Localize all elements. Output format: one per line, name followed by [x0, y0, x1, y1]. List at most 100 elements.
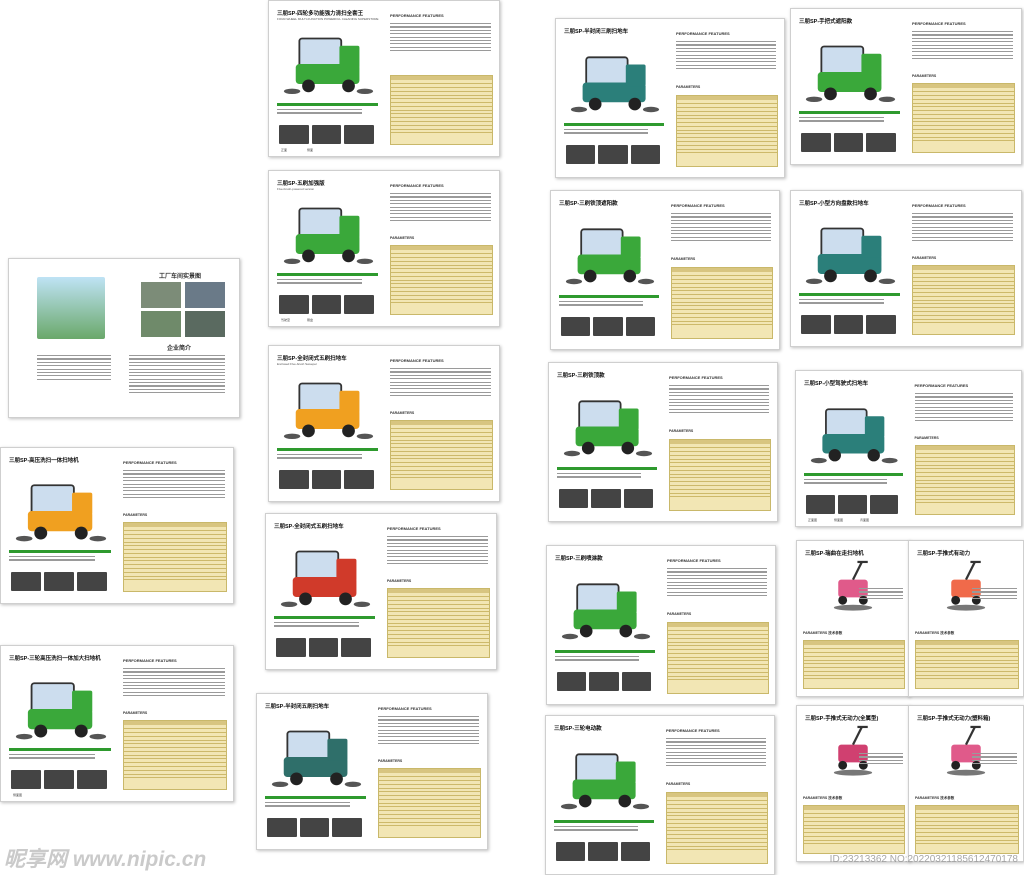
- green-note-text: [277, 109, 362, 116]
- detail-photo: [279, 295, 309, 314]
- page-title: 三朋SP-全封闭式五刷扫地车: [277, 356, 347, 362]
- brochure-page: 三朋SP-小型方向盘款扫地车 PERFORMANCE FEATURES PARAME…: [790, 190, 1022, 347]
- page-title: 三朋SP-手把式遮阳款: [799, 19, 853, 25]
- features-heading: PERFORMANCE FEATURES: [669, 375, 723, 380]
- detail-photo: [344, 470, 374, 489]
- photo-caption: 侧面图: [834, 518, 844, 522]
- detail-photo: [625, 317, 655, 336]
- brochure-page: 三朋SP-高压洗扫一体扫地机 PERFORMANCE FEATURES PARAME…: [0, 447, 234, 604]
- parameters-table: [667, 622, 769, 694]
- intro-text-right: [129, 355, 225, 396]
- parameters-table: [914, 445, 1015, 515]
- detail-photo: [588, 842, 618, 861]
- green-note-text: [554, 826, 638, 833]
- parameters-table: [671, 267, 773, 339]
- features-text: [123, 668, 225, 698]
- parameters-heading: PARAMETERS: [912, 256, 937, 260]
- detail-photo: [308, 638, 339, 657]
- sweeper-image: [570, 43, 660, 122]
- detail-photo: [279, 470, 309, 489]
- parameters-heading: PARAMETERS: [914, 436, 939, 440]
- page-title: 三朋SP-小型驾驶式扫地车: [804, 381, 869, 387]
- photo-caption: 侧面: [307, 148, 314, 152]
- parameters-heading: PARAMETERS: [123, 711, 148, 715]
- green-bar: [277, 448, 378, 451]
- parameters-table: [912, 265, 1015, 335]
- green-bar: [9, 550, 111, 553]
- features-heading: PERFORMANCE FEATURES: [387, 526, 441, 531]
- sweeper-illustration: [15, 484, 107, 542]
- features-text: [971, 588, 1018, 602]
- parameters-table: [803, 640, 905, 689]
- page-title: 三朋SP-三轮高压洗扫一体加大扫地机: [9, 656, 101, 662]
- sweeper-illustration: [560, 753, 650, 810]
- page-title: 三朋SP-手推式无动力(全属型): [805, 716, 879, 722]
- parameters-heading: PARAMETERS: [378, 759, 403, 763]
- parameters-heading: PARAMETERS 技术参数: [803, 796, 843, 800]
- detail-photo: [341, 638, 371, 657]
- parameters-heading: PARAMETERS 技术参数: [915, 631, 955, 635]
- detail-photo: [11, 572, 41, 591]
- detail-photo: [806, 495, 835, 514]
- intro-text-left: [37, 355, 111, 382]
- brochure-page: 三朋SP-三轮电动款 PERFORMANCE FEATURES PARAMETERS: [545, 715, 775, 875]
- features-text: [390, 368, 491, 398]
- features-heading: PERFORMANCE FEATURES: [390, 183, 444, 188]
- green-note-text: [804, 479, 887, 486]
- sweeper-illustration: [283, 382, 374, 440]
- green-bar: [804, 473, 903, 476]
- factory-heading: 工厂车间实景图: [159, 274, 202, 280]
- green-bar: [799, 293, 900, 296]
- brochure-page: 三朋SP-五刷加强版 Five-brush-powered version PERF…: [268, 170, 500, 327]
- brochure-page: 三朋SP-手推式无动力(塑料箱) PARAMETERS 技术参数: [908, 705, 1024, 862]
- green-note-text: [265, 802, 350, 809]
- green-note-text: [559, 301, 643, 308]
- detail-photo: [77, 572, 107, 591]
- green-note-text: [799, 299, 884, 306]
- sweeper-image: [805, 33, 896, 111]
- photo-caption: 正面图: [808, 518, 818, 522]
- parameters-heading: PARAMETERS: [387, 579, 412, 583]
- detail-photo: [620, 842, 650, 861]
- features-text: [912, 213, 1013, 243]
- sweeper-illustration: [15, 682, 107, 740]
- detail-photo: [77, 770, 107, 789]
- sweeper-image: [15, 670, 107, 748]
- detail-photo: [621, 672, 651, 691]
- sweeper-illustration: [570, 56, 660, 113]
- green-note-text: [277, 279, 362, 286]
- sweeper-illustration: [271, 730, 362, 788]
- detail-photo: [344, 295, 374, 314]
- sweeper-image: [565, 215, 655, 294]
- photo-caption: 正面: [281, 148, 288, 152]
- green-note-text: [555, 656, 639, 663]
- features-heading: PERFORMANCE FEATURES: [671, 203, 725, 208]
- detail-photo: [11, 770, 41, 789]
- features-text: [378, 716, 479, 746]
- detail-photo: [869, 495, 899, 514]
- parameters-table: [390, 420, 493, 490]
- features-heading: PERFORMANCE FEATURES: [666, 728, 720, 733]
- intro-page: 工厂车间实景图 企业简介: [8, 258, 240, 418]
- detail-photo: [591, 489, 621, 508]
- detail-photo: [833, 133, 864, 152]
- page-subtitle: FOUR-WHEEL MULTI-FUNCTION POWERFUL CLEAN…: [277, 17, 379, 21]
- sweeper-illustration: [283, 37, 374, 95]
- photo-caption: 驾驶室: [281, 318, 291, 322]
- world-hands-image: [37, 277, 105, 339]
- green-note-text: [277, 454, 362, 461]
- photo-caption: 侧面图: [13, 793, 23, 797]
- sweeper-illustration: [280, 550, 371, 608]
- green-bar: [265, 796, 366, 799]
- detail-photo: [556, 842, 586, 861]
- brochure-page: 三朋SP-全封闭式五刷扫地车 PERFORMANCE FEATURES PARAME…: [265, 513, 497, 670]
- page-subtitle: Enclosed Five-brush Sweeper: [277, 362, 318, 366]
- parameters-heading: PARAMETERS: [666, 782, 691, 786]
- sweeper-illustration: [563, 400, 653, 457]
- photo-caption: 刷盘: [307, 318, 314, 322]
- features-text: [390, 23, 491, 53]
- parameters-table: [803, 805, 905, 854]
- brochure-page: 三朋SP-半封闭五刷扫地车 PERFORMANCE FEATURES PARAMET…: [256, 693, 488, 850]
- green-bar: [9, 748, 111, 751]
- sweeper-image: [283, 25, 374, 103]
